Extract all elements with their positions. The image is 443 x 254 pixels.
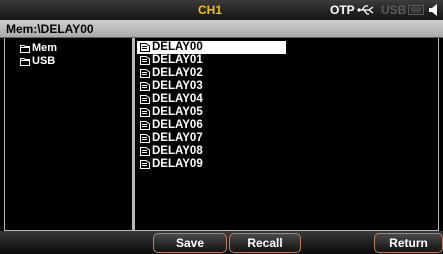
folder-icon [20, 45, 30, 53]
file-icon [140, 69, 150, 78]
beeper-icon [429, 4, 437, 16]
file-icon [140, 43, 150, 52]
file-icon [140, 82, 150, 91]
usb-indicator: USB [381, 3, 407, 17]
current-path: Mem:\DELAY00 [6, 22, 94, 36]
display-dim-icon [408, 5, 424, 15]
file-item-delay09[interactable]: DELAY09 [137, 158, 286, 171]
file-label: DELAY06 [152, 119, 203, 131]
file-icon [140, 95, 150, 104]
storage-tree-panel: Mem USB [4, 38, 133, 231]
tree-item-mem[interactable]: Mem [20, 42, 57, 55]
channel-indicator: CH1 [198, 3, 223, 17]
file-label: DELAY05 [152, 106, 203, 118]
file-icon [140, 121, 150, 130]
recall-button[interactable]: Recall [229, 233, 301, 253]
path-bar: Mem:\DELAY00 [0, 20, 443, 38]
file-item-delay02[interactable]: DELAY02 [137, 67, 286, 80]
file-label: DELAY04 [152, 93, 203, 105]
file-item-delay06[interactable]: DELAY06 [137, 119, 286, 132]
file-item-delay05[interactable]: DELAY05 [137, 106, 286, 119]
save-button[interactable]: Save [153, 233, 227, 253]
folder-icon [20, 58, 30, 66]
file-label: DELAY02 [152, 67, 203, 79]
status-bar: CH1 OTP USB [0, 0, 443, 20]
file-item-delay03[interactable]: DELAY03 [137, 80, 286, 93]
file-label: DELAY09 [152, 158, 203, 170]
file-item-delay08[interactable]: DELAY08 [137, 145, 286, 158]
return-button[interactable]: Return [374, 233, 443, 253]
file-icon [140, 108, 150, 117]
file-icon [140, 160, 150, 169]
file-icon [140, 147, 150, 156]
file-icon [140, 134, 150, 143]
usb-plug-icon [357, 5, 374, 15]
file-item-delay04[interactable]: DELAY04 [137, 93, 286, 106]
file-label: DELAY08 [152, 145, 203, 157]
file-label: DELAY03 [152, 80, 203, 92]
softkey-bar: Save Recall Return [0, 231, 443, 254]
file-item-delay07[interactable]: DELAY07 [137, 132, 286, 145]
file-item-delay01[interactable]: DELAY01 [137, 54, 286, 67]
file-label: DELAY07 [152, 132, 203, 144]
file-icon [140, 56, 150, 65]
tree-item-label: USB [32, 55, 56, 67]
file-label: DELAY00 [152, 41, 203, 53]
file-label: DELAY01 [152, 54, 203, 66]
otp-indicator: OTP [330, 3, 355, 17]
tree-item-label: Mem [32, 42, 58, 54]
file-item-delay00[interactable]: DELAY00 [137, 41, 286, 54]
file-list-panel: DELAY00 DELAY01 DELAY02 DELAY03 DELAY04 … [133, 38, 439, 231]
tree-item-usb[interactable]: USB [20, 55, 55, 68]
